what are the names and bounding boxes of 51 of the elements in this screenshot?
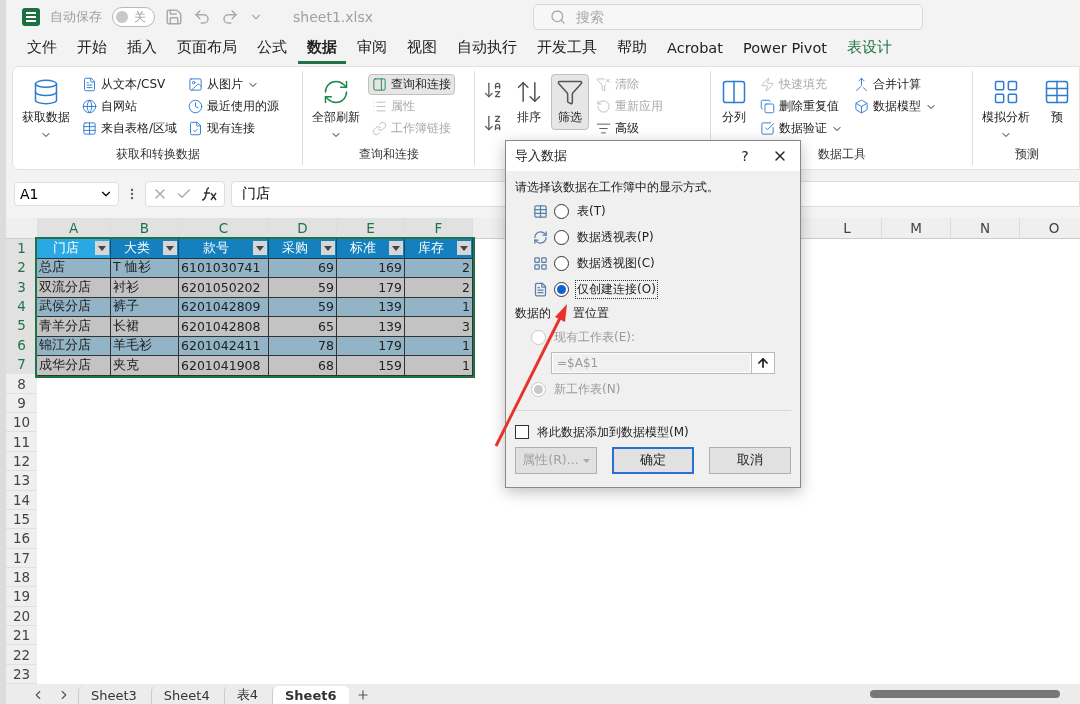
- table-cell: 139: [337, 297, 405, 317]
- group-label: 查询和连接: [358, 146, 419, 163]
- table-cell: 3: [405, 317, 473, 337]
- table-cell: 羊毛衫: [111, 336, 179, 356]
- table-cell: 6201041908: [179, 356, 269, 376]
- table-cell: 6201050202: [179, 278, 269, 298]
- table-cell: 65: [269, 317, 337, 337]
- section-label: 数据的: [515, 304, 551, 322]
- table-cell: 2: [405, 258, 473, 278]
- table-cell: 夹克: [111, 356, 179, 376]
- autosave-label: 自动保存: [50, 8, 102, 26]
- table-cell: 裤子: [111, 297, 179, 317]
- group-label: 预测: [1014, 146, 1039, 163]
- table-cell: 衬衫: [111, 278, 179, 298]
- table-cell: 总店: [37, 258, 111, 278]
- group-label: 获取和转换数据: [115, 146, 200, 163]
- table-cell: 6201042809: [179, 297, 269, 317]
- table-cell: 69: [269, 258, 337, 278]
- table-cell: 179: [337, 278, 405, 298]
- table-cell: 78: [269, 336, 337, 356]
- table-cell: 成华分店: [37, 356, 111, 376]
- table-cell: 2: [405, 278, 473, 298]
- table-cell: T 恤衫: [111, 258, 179, 278]
- table-header-cell: 大类: [111, 239, 179, 259]
- table-cell: 1: [405, 336, 473, 356]
- table-cell: 68: [269, 356, 337, 376]
- table-cell: 双流分店: [37, 278, 111, 298]
- table-cell: 锦江分店: [37, 336, 111, 356]
- table-cell: 1: [405, 297, 473, 317]
- table-cell: 长裙: [111, 317, 179, 337]
- table-cell: 武侯分店: [37, 297, 111, 317]
- section-label: 置位置: [573, 304, 609, 322]
- table-cell: 6101030741: [179, 258, 269, 278]
- table-cell: 59: [269, 297, 337, 317]
- table-cell: 169: [337, 258, 405, 278]
- dialog-title: 导入数据: [515, 147, 568, 165]
- table-cell: 59: [269, 278, 337, 298]
- table-cell: 159: [337, 356, 405, 376]
- table-header-cell: 门店: [37, 239, 111, 259]
- table-header-cell: 款号: [179, 239, 269, 259]
- table-cell: 1: [405, 356, 473, 376]
- table-cell: 139: [337, 317, 405, 337]
- table-cell: 青羊分店: [37, 317, 111, 337]
- table-header-cell: 标准: [337, 239, 405, 259]
- table-cell: 179: [337, 336, 405, 356]
- table-header-cell: 库存: [405, 239, 473, 259]
- dialog-prompt: 请选择该数据在工作簿中的显示方式。: [515, 179, 720, 196]
- table-cell: 6201042808: [179, 317, 269, 337]
- table-header-cell: 采购: [269, 239, 337, 259]
- table-cell: 6201042411: [179, 336, 269, 356]
- group-label: 数据工具: [817, 146, 866, 163]
